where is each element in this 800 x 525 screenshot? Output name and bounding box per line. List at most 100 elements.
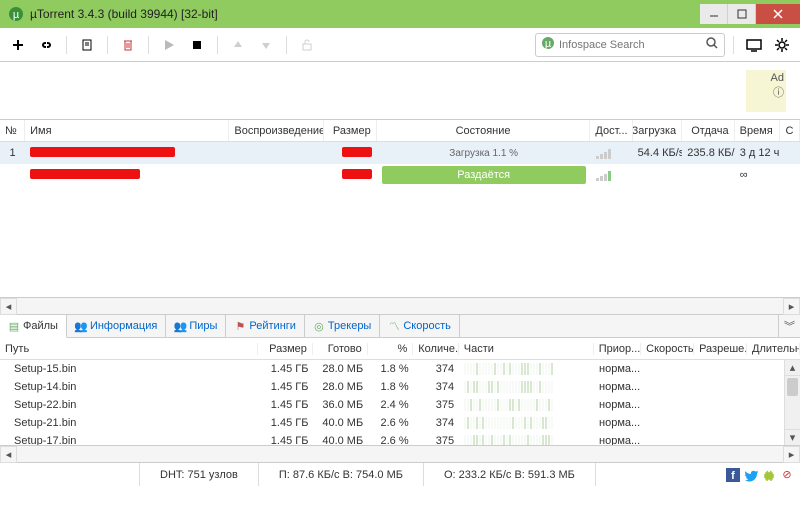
ad-area: Ad ⓘ	[0, 62, 800, 120]
speed-icon: 〽	[388, 320, 400, 332]
error-icon[interactable]: ⊘	[780, 468, 794, 482]
app-icon: µ	[8, 6, 24, 22]
col-time[interactable]: Время	[735, 120, 781, 141]
remove-button[interactable]	[116, 33, 140, 57]
tab-ratings-label: Рейтинги	[249, 320, 296, 332]
col-file-speed[interactable]: Скорость	[641, 343, 694, 355]
col-done[interactable]: Готово	[313, 343, 368, 355]
android-icon[interactable]	[762, 468, 776, 482]
col-parts[interactable]: Части	[459, 343, 594, 355]
col-number[interactable]: №	[0, 120, 25, 141]
scroll-thumb[interactable]	[787, 378, 798, 396]
file-row[interactable]: Setup-22.bin 1.45 ГБ 36.0 МБ 2.4 % 375 н…	[0, 396, 800, 414]
scroll-down-button[interactable]: ▾	[785, 429, 800, 445]
move-up-button[interactable]	[226, 33, 250, 57]
torrent-list[interactable]: 1 Загрузка 1.1 % 54.4 КБ/s 235.8 КБ/s 3 …	[0, 142, 800, 297]
status-download: П: 87.6 КБ/с В: 754.0 МБ	[259, 463, 424, 486]
search-icon[interactable]	[705, 36, 719, 53]
col-count[interactable]: Количе...	[413, 343, 459, 355]
create-torrent-button[interactable]	[75, 33, 99, 57]
file-row[interactable]: Setup-15.bin 1.45 ГБ 28.0 МБ 1.8 % 374 н…	[0, 360, 800, 378]
close-button[interactable]	[756, 4, 800, 24]
file-row[interactable]: Setup-21.bin 1.45 ГБ 40.0 МБ 2.6 % 374 н…	[0, 414, 800, 432]
twitter-icon[interactable]	[744, 468, 758, 482]
titlebar: µ µTorrent 3.4.3 (build 39944) [32-bit]	[0, 0, 800, 28]
minimize-button[interactable]	[700, 4, 728, 24]
detail-tabs: ▤Файлы 👥Информация 👥Пиры ⚑Рейтинги ◎Трек…	[0, 314, 800, 338]
files-horizontal-scrollbar[interactable]: ◂ ▸	[0, 445, 800, 462]
toolbar: µ	[0, 28, 800, 62]
tab-trackers-label: Трекеры	[328, 320, 371, 332]
collapse-details-button[interactable]: ︾	[778, 315, 800, 337]
col-prio[interactable]: Приор...	[594, 343, 641, 355]
tab-speed[interactable]: 〽Скорость	[380, 315, 460, 337]
tab-info[interactable]: 👥Информация	[67, 315, 166, 337]
col-name[interactable]: Имя	[25, 120, 229, 141]
window-controls	[700, 4, 800, 24]
toolbar-separator	[286, 36, 287, 54]
scroll-left-button[interactable]: ◂	[0, 298, 17, 315]
unlock-button[interactable]	[295, 33, 319, 57]
horizontal-scrollbar[interactable]: ◂ ▸	[0, 297, 800, 314]
col-file-size[interactable]: Размер	[258, 343, 313, 355]
search-box[interactable]: µ	[535, 33, 725, 57]
tab-ratings[interactable]: ⚑Рейтинги	[226, 315, 305, 337]
col-size[interactable]: Размер	[324, 120, 376, 141]
col-dur[interactable]: Длительн...	[747, 343, 800, 355]
svg-text:µ: µ	[13, 9, 20, 21]
scroll-right-button[interactable]: ▸	[783, 298, 800, 315]
info-icon: 👥	[75, 320, 87, 332]
tab-speed-label: Скорость	[403, 320, 451, 332]
status-icons: f ⊘	[720, 468, 800, 482]
vertical-scrollbar[interactable]: ▴ ▾	[784, 360, 800, 445]
files-list[interactable]: Setup-15.bin 1.45 ГБ 28.0 МБ 1.8 % 374 н…	[0, 360, 800, 445]
tab-files[interactable]: ▤Файлы	[0, 315, 67, 338]
scroll-up-button[interactable]: ▴	[785, 360, 800, 376]
tab-peers[interactable]: 👥Пиры	[166, 315, 226, 337]
col-status[interactable]: Состояние	[377, 120, 591, 141]
toolbar-separator	[148, 36, 149, 54]
toolbar-separator	[66, 36, 67, 54]
settings-button[interactable]	[770, 33, 794, 57]
start-button[interactable]	[157, 33, 181, 57]
search-input[interactable]	[559, 39, 701, 51]
col-up[interactable]: Отдача	[682, 120, 734, 141]
col-path[interactable]: Путь	[0, 343, 258, 355]
maximize-button[interactable]	[728, 4, 756, 24]
ratings-icon: ⚑	[234, 320, 246, 332]
window-title: µTorrent 3.4.3 (build 39944) [32-bit]	[30, 7, 700, 21]
move-down-button[interactable]	[254, 33, 278, 57]
col-play[interactable]: Воспроизведение	[229, 120, 324, 141]
status-bar: DHT: 751 узлов П: 87.6 КБ/с В: 754.0 МБ …	[0, 462, 800, 486]
torrent-row[interactable]: 1 Загрузка 1.1 % 54.4 КБ/s 235.8 КБ/s 3 …	[0, 142, 800, 164]
file-row[interactable]: Setup-17.bin 1.45 ГБ 40.0 МБ 2.6 % 375 н…	[0, 432, 800, 445]
facebook-icon[interactable]: f	[726, 468, 740, 482]
add-url-button[interactable]	[34, 33, 58, 57]
trackers-icon: ◎	[313, 320, 325, 332]
toolbar-separator	[733, 36, 734, 54]
file-row[interactable]: Setup-14.bin 1.45 ГБ 28.0 МБ 1.8 % 374 н…	[0, 378, 800, 396]
col-seeds[interactable]: С	[780, 120, 799, 141]
tab-info-label: Информация	[90, 320, 157, 332]
col-pct[interactable]: %	[368, 343, 414, 355]
info-icon[interactable]: ⓘ	[773, 87, 784, 99]
tab-peers-label: Пиры	[189, 320, 217, 332]
tab-files-label: Файлы	[23, 320, 58, 332]
col-avail[interactable]: Дост...	[590, 120, 632, 141]
toolbar-separator	[107, 36, 108, 54]
scroll-right-button[interactable]: ▸	[783, 446, 800, 463]
tab-trackers[interactable]: ◎Трекеры	[305, 315, 380, 337]
scroll-left-button[interactable]: ◂	[0, 446, 17, 463]
col-down[interactable]: Загрузка	[633, 120, 683, 141]
torrent-row[interactable]: Раздаётся ∞	[0, 164, 800, 186]
remote-button[interactable]	[742, 33, 766, 57]
utorrent-icon: µ	[541, 36, 555, 53]
torrent-list-header: № Имя Воспроизведение Размер Состояние Д…	[0, 120, 800, 142]
svg-text:f: f	[731, 470, 735, 482]
col-perm[interactable]: Разреше...	[694, 343, 747, 355]
files-header: Путь Размер Готово % Количе... Части При…	[0, 338, 800, 360]
add-torrent-button[interactable]	[6, 33, 30, 57]
stop-button[interactable]	[185, 33, 209, 57]
ad-label-text: Ad	[771, 72, 784, 84]
svg-text:µ: µ	[545, 38, 552, 50]
